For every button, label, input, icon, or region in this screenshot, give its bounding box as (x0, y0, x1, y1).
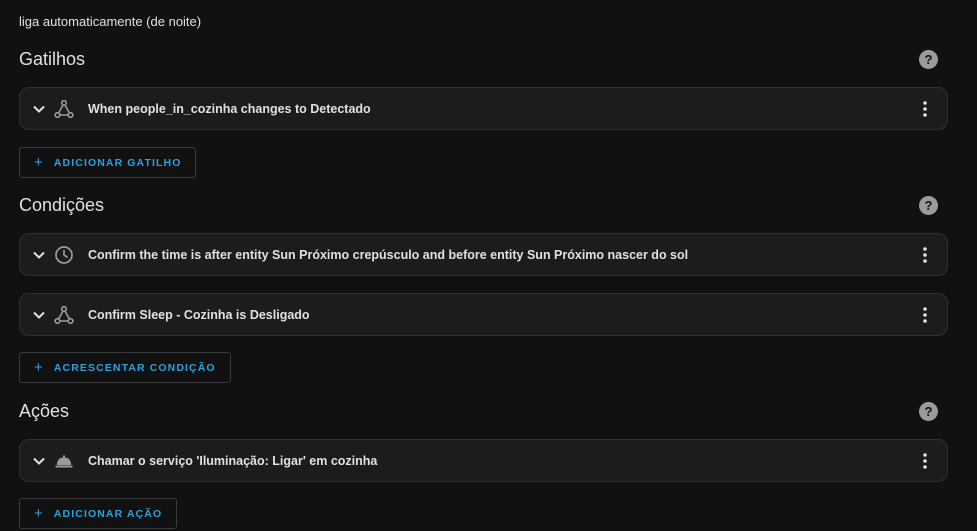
add-trigger-label: ADICIONAR GATILHO (53, 156, 182, 169)
condition-row[interactable]: Confirm Sleep - Cozinha is Desligado (19, 293, 948, 336)
trigger-label: When people_in_cozinha changes to Detect… (88, 101, 371, 116)
section-title-triggers: Gatilhos (19, 49, 86, 69)
plus-icon: + (34, 505, 44, 522)
action-label: Chamar o serviço 'Iluminação: Ligar' em … (88, 453, 378, 468)
condition-label: Confirm the time is after entity Sun Pró… (88, 247, 689, 262)
state-change-icon (53, 304, 75, 326)
chevron-down-icon[interactable] (30, 246, 48, 264)
chevron-down-icon[interactable] (30, 452, 48, 470)
question-circle-icon[interactable]: ? (919, 402, 938, 421)
add-action-label: ADICIONAR AÇÃO (53, 507, 163, 520)
add-condition-label: ACRESCENTAR CONDIÇÃO (53, 361, 216, 374)
question-circle-icon[interactable]: ? (919, 50, 938, 69)
chevron-down-icon[interactable] (30, 100, 48, 118)
state-change-icon (53, 98, 75, 120)
automation-editor: liga automaticamente (de noite) Gatilhos… (0, 0, 977, 531)
more-vertical-icon[interactable] (915, 450, 935, 472)
plus-icon: + (34, 359, 44, 376)
condition-row[interactable]: Confirm the time is after entity Sun Pró… (19, 233, 948, 276)
trigger-row[interactable]: When people_in_cozinha changes to Detect… (19, 87, 948, 130)
more-vertical-icon[interactable] (915, 304, 935, 326)
plus-icon: + (34, 154, 44, 171)
chevron-down-icon[interactable] (30, 306, 48, 324)
add-action-button[interactable]: + ADICIONAR AÇÃO (19, 498, 178, 529)
action-row[interactable]: Chamar o serviço 'Iluminação: Ligar' em … (19, 439, 948, 482)
condition-label: Confirm Sleep - Cozinha is Desligado (88, 307, 310, 322)
more-vertical-icon[interactable] (915, 244, 935, 266)
more-vertical-icon[interactable] (915, 98, 935, 120)
automation-description: liga automaticamente (de noite) (19, 14, 202, 29)
room-service-bell-icon (53, 450, 75, 472)
add-trigger-button[interactable]: + ADICIONAR GATILHO (19, 147, 197, 178)
question-circle-icon[interactable]: ? (919, 196, 938, 215)
section-title-conditions: Condições (19, 195, 105, 215)
add-condition-button[interactable]: + ACRESCENTAR CONDIÇÃO (19, 352, 231, 383)
section-title-actions: Ações (19, 401, 70, 421)
clock-icon (53, 244, 75, 266)
